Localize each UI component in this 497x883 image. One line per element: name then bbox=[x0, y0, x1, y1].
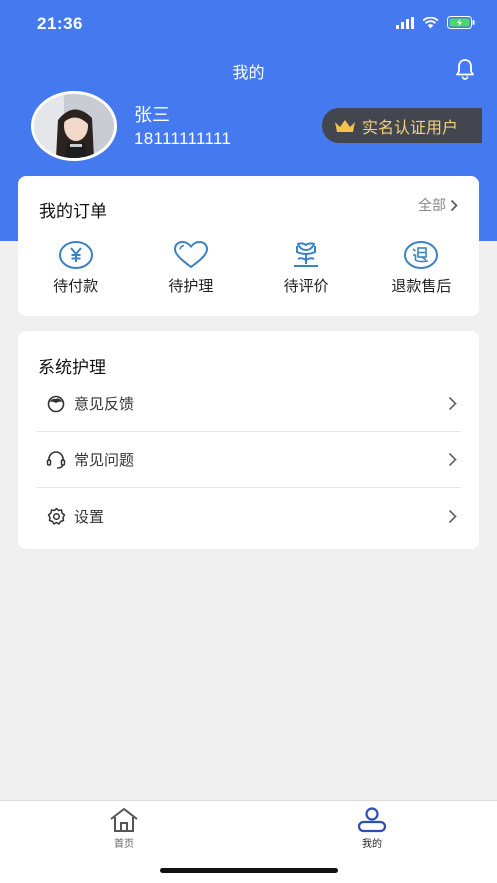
system-title: 系统护理 bbox=[38, 358, 106, 378]
battery-icon bbox=[447, 16, 475, 29]
page-title: 我的 bbox=[232, 63, 265, 82]
orders-card: 我的订单 全部 待付款 待护理 待评价 退款售后 bbox=[18, 176, 479, 316]
user-phone: 18111111111 bbox=[134, 129, 232, 148]
user-name: 张三 bbox=[134, 105, 170, 126]
order-pending-payment[interactable]: 待付款 bbox=[18, 238, 133, 296]
menu-item-settings[interactable]: 设置 bbox=[36, 488, 461, 544]
chevron-right-icon bbox=[448, 509, 457, 523]
verified-badge-label: 实名认证用户 bbox=[362, 117, 459, 137]
headset-icon bbox=[46, 450, 66, 469]
system-card: 系统护理 意见反馈 常见问题 设置 bbox=[18, 331, 479, 549]
chevron-right-icon bbox=[448, 452, 457, 467]
crown-icon bbox=[335, 119, 355, 132]
user-icon bbox=[357, 807, 387, 833]
order-pending-review[interactable]: 待评价 bbox=[249, 238, 364, 296]
tab-home-label: 首页 bbox=[114, 839, 134, 850]
chevron-right-icon bbox=[448, 396, 457, 411]
orders-title: 我的订单 bbox=[39, 202, 107, 222]
order-pending-review-label: 待评价 bbox=[283, 277, 329, 295]
verified-badge[interactable]: 实名认证用户 bbox=[322, 108, 482, 143]
menu-item-faq-label: 常见问题 bbox=[74, 451, 135, 469]
feedback-icon bbox=[47, 395, 65, 412]
menu-item-settings-label: 设置 bbox=[74, 507, 105, 526]
home-indicator bbox=[160, 868, 338, 873]
orders-all-link[interactable]: 全部 bbox=[418, 195, 458, 215]
chevron-right-icon bbox=[450, 199, 458, 211]
avatar-photo bbox=[34, 94, 114, 158]
flower-icon bbox=[294, 241, 319, 267]
tab-mine[interactable]: 我的 bbox=[332, 807, 412, 850]
avatar[interactable] bbox=[31, 91, 117, 161]
refund-icon bbox=[404, 240, 439, 269]
home-icon bbox=[110, 808, 138, 832]
settings-icon bbox=[47, 507, 65, 525]
status-time: 21:36 bbox=[37, 14, 83, 33]
order-status-list: 待付款 待护理 待评价 退款售后 bbox=[18, 238, 479, 296]
order-refund-label: 退款售后 bbox=[391, 277, 452, 295]
yen-icon bbox=[58, 240, 93, 269]
bell-icon bbox=[456, 59, 474, 80]
tab-home[interactable]: 首页 bbox=[84, 807, 164, 850]
order-refund[interactable]: 退款售后 bbox=[364, 238, 479, 296]
orders-all-label: 全部 bbox=[418, 198, 446, 214]
order-pending-care[interactable]: 待护理 bbox=[133, 238, 248, 296]
menu-item-feedback[interactable]: 意见反馈 bbox=[36, 376, 461, 432]
order-pending-care-label: 待护理 bbox=[168, 277, 214, 295]
wifi-icon bbox=[422, 16, 439, 28]
menu-item-feedback-label: 意见反馈 bbox=[74, 395, 135, 413]
menu-item-faq[interactable]: 常见问题 bbox=[36, 432, 461, 488]
heart-icon bbox=[173, 240, 208, 268]
order-pending-payment-label: 待付款 bbox=[53, 277, 99, 295]
notification-button[interactable] bbox=[455, 58, 475, 84]
status-icons bbox=[396, 16, 475, 29]
signal-icon bbox=[396, 16, 414, 29]
tab-mine-label: 我的 bbox=[362, 839, 382, 850]
status-bar: 21:36 bbox=[0, 0, 497, 50]
